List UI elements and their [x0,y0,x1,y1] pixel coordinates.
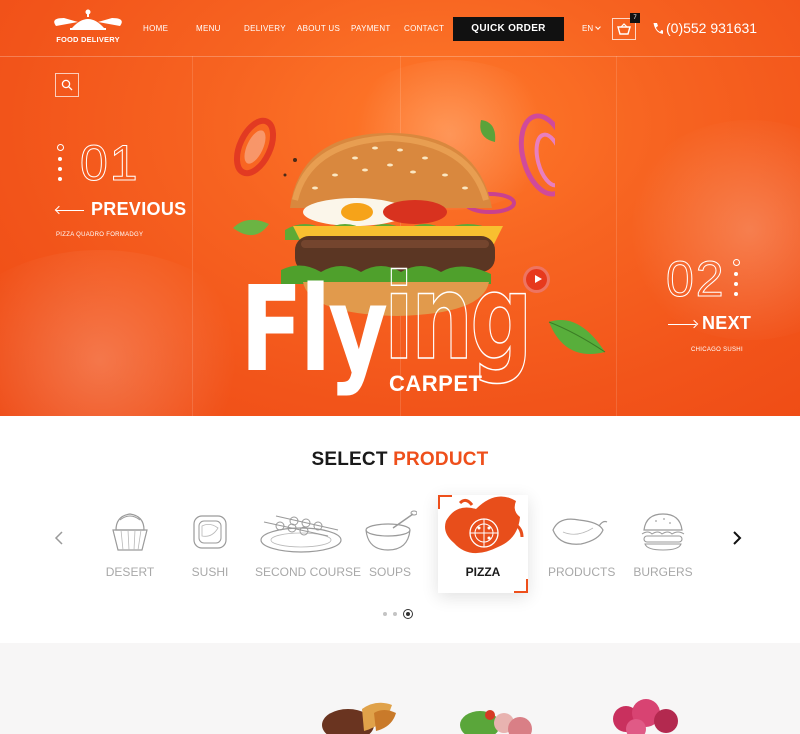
food-image-vegetables [460,710,532,734]
headline-solid: Fly [240,260,388,398]
language-select[interactable]: EN [582,24,601,33]
chevron-right-icon[interactable] [732,530,742,546]
slide-dot[interactable] [734,282,738,286]
title-part2: PRODUCT [393,449,489,470]
phone-icon [653,23,663,34]
product-label: SECOND COURSE [255,565,362,579]
food-image-berries [613,699,678,734]
selection-corner [514,579,528,593]
search-button[interactable] [55,73,79,97]
next-label: NEXT [702,313,752,333]
chevron-down-icon [595,24,601,30]
product-pizza[interactable]: PIZZA [438,495,528,593]
product-products[interactable]: PRODUCTS [548,508,616,586]
nav-menu[interactable]: MENU [196,24,221,33]
next-slide-number: 02 [666,251,726,308]
product-sushi[interactable]: SUSHI [180,508,240,586]
nav-contact[interactable]: CONTACT [404,24,444,33]
product-burgers[interactable]: BURGERS [633,508,693,586]
slide-indicator [732,259,740,302]
slide-dot[interactable] [734,272,738,276]
slide-dot[interactable] [58,177,62,181]
skewer-plate-icon [260,515,342,553]
pepper-icon [552,518,608,545]
cart-icon [617,23,631,35]
product-desert[interactable]: DESERT [100,508,160,586]
nav-delivery[interactable]: DELIVERY [244,24,286,33]
product-label: BURGERS [633,565,693,579]
prev-slide-number: 01 [80,135,140,192]
search-icon [61,79,73,91]
brand-name: FOOD DELIVERY [56,35,120,44]
cart-button[interactable]: 7 [612,13,640,40]
slide-dot-active[interactable] [56,144,64,151]
sushi-icon [193,515,227,549]
slide-dot[interactable] [58,157,62,161]
leaf-decoration [548,320,606,354]
headline-subtitle: CARPET [389,371,483,396]
phone-text: (0)552 931631 [666,20,758,36]
product-label: PIZZA [465,565,501,579]
product-label: PRODUCTS [548,565,616,579]
product-label: SOUPS [368,565,411,579]
pager-dot-active[interactable] [403,609,413,619]
headline-outline: ing [383,248,533,386]
product-label: DESERT [105,565,155,579]
divider [192,56,193,416]
pager-dot[interactable] [393,612,397,616]
burger-icon [641,513,685,551]
quick-order-button[interactable]: QUICK ORDER [453,17,564,41]
product-label: SUSHI [191,565,229,579]
top-navigation: FOOD DELIVERY HOME MENU DELIVERY ABOUT U… [0,0,800,56]
divider [616,56,617,416]
nav-payment[interactable]: PAYMENT [351,24,391,33]
next-caption: CHICAGO SUSHI [691,347,743,353]
pizza-icon [445,496,524,554]
slide-dot-active[interactable] [732,259,740,266]
product-second-course[interactable]: SECOND COURSE [255,508,362,586]
language-value: EN [582,24,594,33]
chevron-left-icon[interactable] [54,530,64,546]
cupcake-icon [112,513,148,551]
section-title: SELECT PRODUCT [0,449,800,471]
brand-logo[interactable]: FOOD DELIVERY [52,8,124,48]
title-part1: SELECT [311,449,388,470]
previous-label: PREVIOUS [91,199,187,219]
logo-cloche-icon [54,9,122,30]
product-soups[interactable]: SOUPS [360,508,420,586]
slide-dot[interactable] [734,292,738,296]
play-video-button[interactable] [523,266,550,293]
cart-count-badge: 7 [630,13,640,23]
featured-section [0,643,800,734]
slide-indicator [56,144,64,187]
slide-dot[interactable] [58,167,62,171]
food-image-steak [322,702,396,734]
nav-about-us[interactable]: ABOUT US [297,24,340,33]
previous-caption: PIZZA QUADRO FORMADGY [56,232,144,238]
nav-home[interactable]: HOME [143,24,168,33]
pager-dot[interactable] [383,612,387,616]
soup-bowl-icon [365,510,417,551]
